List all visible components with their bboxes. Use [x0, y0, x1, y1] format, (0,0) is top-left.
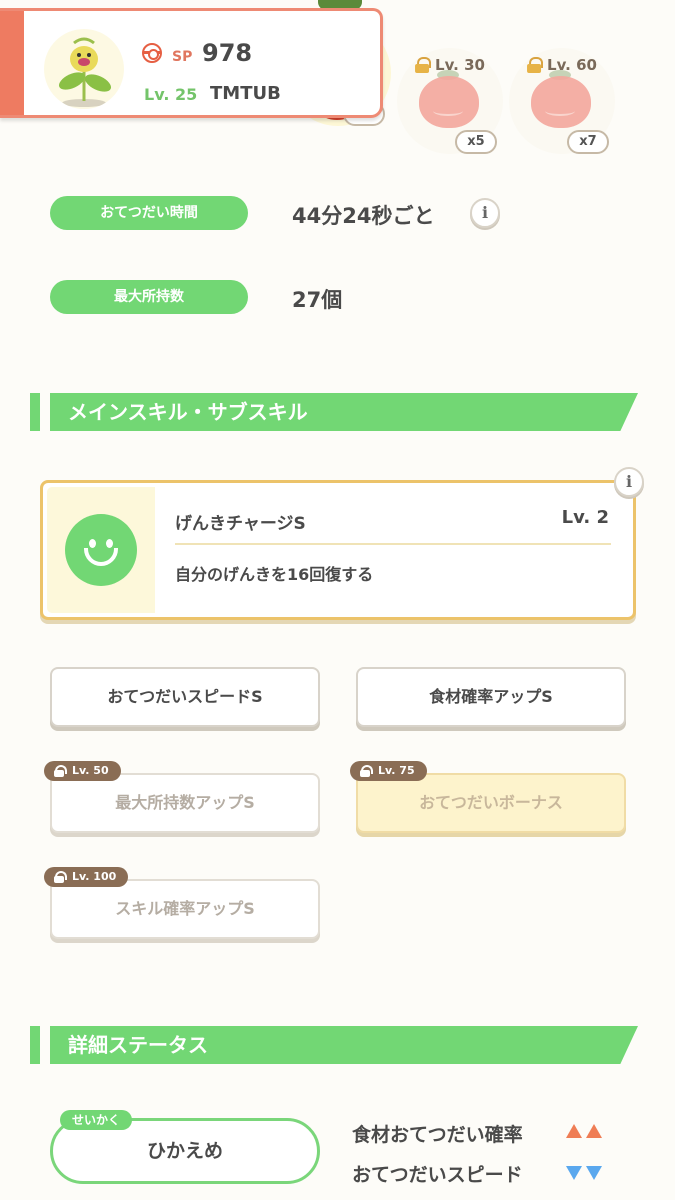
- stat-up-arrows: [566, 1124, 602, 1138]
- section-title: メインスキル・サブスキル: [68, 400, 308, 424]
- sub-skill-button-3[interactable]: 最大所持数アップS: [50, 773, 320, 833]
- arrow-down-icon: [586, 1166, 602, 1180]
- details-section-header: 詳細ステータス: [30, 1026, 640, 1064]
- section-tick: [30, 393, 40, 431]
- nature-tag: せいかく: [60, 1110, 133, 1130]
- smile-eye: [106, 539, 113, 548]
- pokemon-avatar: [44, 29, 124, 109]
- tomato-icon: [419, 76, 479, 128]
- sub-skill-lock-level: Lv. 100: [72, 870, 117, 883]
- smile-mouth: [84, 548, 118, 566]
- pokemon-header-card[interactable]: SP 978 Lv. 25 TMTUB: [0, 8, 383, 118]
- sub-skill-button-1[interactable]: おてつだいスピードS: [50, 667, 320, 727]
- sub-skill-button-4[interactable]: おてつだいボーナス: [356, 773, 626, 833]
- ingredient-qty: x5: [455, 130, 497, 154]
- divider: [175, 543, 611, 545]
- section-title: 詳細ステータス: [68, 1033, 208, 1057]
- lock-icon: [360, 765, 373, 777]
- sub-skill-lock-tag: Lv. 100: [44, 867, 129, 887]
- arrow-up-icon: [586, 1124, 602, 1138]
- sp-value: 978: [202, 39, 253, 67]
- ingredient-slot-2[interactable]: Lv. 30 x5: [397, 48, 503, 154]
- tomato-icon: [531, 76, 591, 128]
- sub-skill-button-2[interactable]: 食材確率アップS: [356, 667, 626, 727]
- main-skill-card[interactable]: げんきチャージS Lv. 2 自分のげんきを16回復する: [40, 480, 636, 620]
- section-tick: [30, 1026, 40, 1064]
- main-skill-description: 自分のげんきを16回復する: [175, 565, 374, 584]
- lock-icon: [527, 57, 544, 73]
- sub-skill-lock-level: Lv. 50: [72, 764, 109, 777]
- max-carry-label: 最大所持数: [50, 280, 248, 314]
- smile-eye: [89, 539, 96, 548]
- ingredient-qty: x7: [567, 130, 609, 154]
- main-skill-name: げんきチャージS: [175, 514, 306, 534]
- pokemon-level: Lv. 25: [144, 85, 198, 104]
- stat-down-arrows: [566, 1166, 602, 1180]
- help-time-value: 44分24秒ごと: [292, 204, 435, 228]
- header-accent-bar: [0, 11, 24, 115]
- arrow-up-icon: [566, 1124, 582, 1138]
- info-icon[interactable]: i: [470, 198, 500, 228]
- sub-skill-lock-tag: Lv. 75: [350, 761, 427, 781]
- nature-effect-up-label: 食材おてつだい確率: [352, 1124, 523, 1146]
- sub-skill-lock-tag: Lv. 50: [44, 761, 121, 781]
- pokemon-nickname: TMTUB: [210, 83, 281, 104]
- max-carry-value: 27個: [292, 288, 343, 312]
- ingredient-slot-3[interactable]: Lv. 60 x7: [509, 48, 615, 154]
- sub-skill-button-5[interactable]: スキル確率アップS: [50, 879, 320, 939]
- main-skill-icon-panel: [47, 487, 155, 613]
- smile-icon: [65, 514, 137, 586]
- info-icon[interactable]: i: [614, 467, 644, 497]
- lock-icon: [54, 765, 67, 777]
- sub-skill-lock-level: Lv. 75: [378, 764, 415, 777]
- bellsprout-icon: [58, 37, 112, 107]
- pokeball-icon: [142, 43, 162, 63]
- skills-section-header: メインスキル・サブスキル: [30, 393, 640, 431]
- arrow-down-icon: [566, 1166, 582, 1180]
- lock-icon: [54, 871, 67, 883]
- nature-effect-down-label: おてつだいスピード: [352, 1164, 523, 1186]
- help-time-label: おてつだい時間: [50, 196, 248, 230]
- main-skill-level: Lv. 2: [561, 507, 609, 528]
- sp-label: SP: [172, 49, 193, 65]
- lock-icon: [415, 57, 432, 73]
